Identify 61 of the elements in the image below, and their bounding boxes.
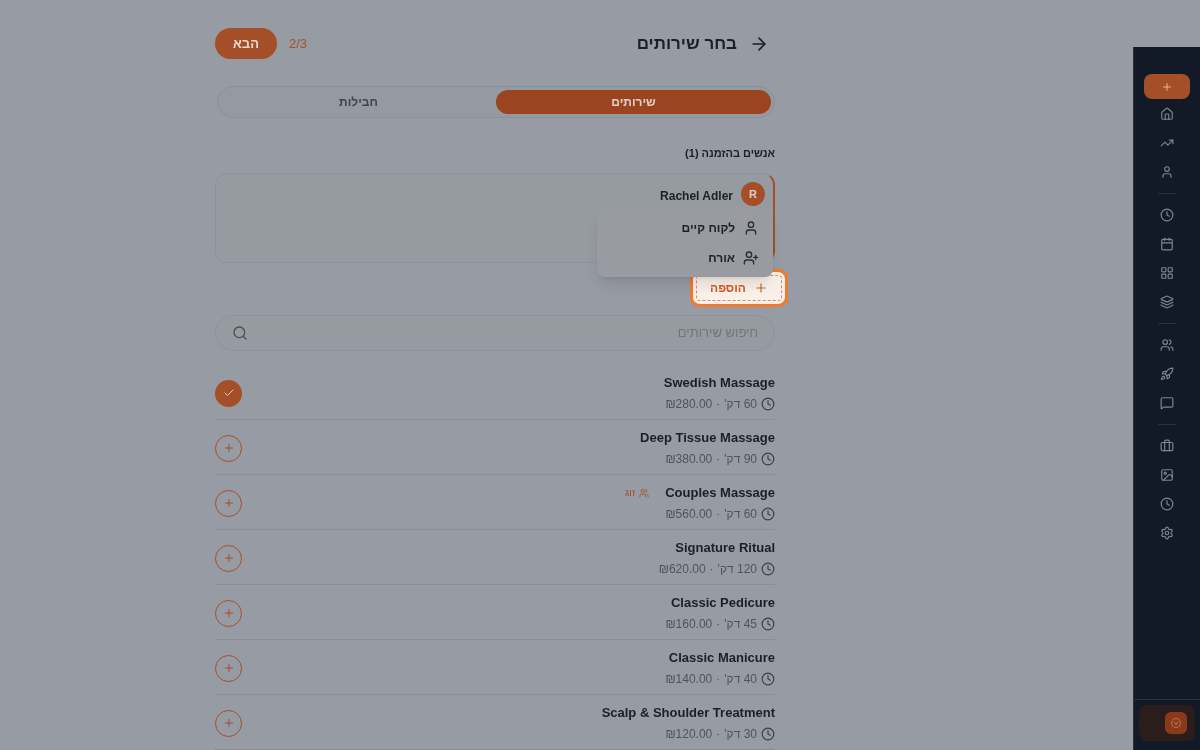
clock-icon (761, 397, 775, 412)
user-icon (743, 220, 759, 236)
plus-icon (222, 497, 235, 509)
service-name: Classic Manicure (668, 648, 775, 667)
page-title: בחר שירותים (636, 32, 737, 55)
person-name: Rachel Adler (660, 188, 733, 205)
service-duration: 30 דק' (724, 726, 757, 744)
service-name: Deep Tissue Massage (640, 428, 775, 447)
plus-icon (222, 442, 235, 454)
plus-icon (222, 662, 235, 674)
clock-icon (761, 507, 775, 522)
separator-dot: · (716, 506, 721, 524)
service-name: Classic Pedicure (670, 593, 775, 612)
next-button[interactable]: הבא (215, 28, 277, 59)
service-duration: 45 דק' (724, 616, 757, 634)
account-icon[interactable] (1165, 712, 1187, 734)
plus-icon (753, 280, 768, 295)
clock-icon (761, 672, 775, 687)
service-price: ₪160.00 (665, 616, 713, 634)
clock-icon (761, 617, 775, 632)
service-name: Swedish Massage (663, 373, 775, 392)
separator-dot: · (716, 396, 721, 414)
user-plus-icon (743, 250, 759, 266)
clock-icon (761, 562, 775, 577)
plus-icon (1161, 80, 1173, 93)
tab[interactable]: חבילות (221, 90, 496, 114)
service-name: Scalp & Shoulder Treatment (601, 703, 775, 722)
avatar: R (741, 182, 765, 206)
service-duration: 60 דק' (724, 506, 757, 524)
service-price: ₪380.00 (665, 451, 713, 469)
separator-dot: · (716, 451, 721, 469)
service-duration: 40 דק' (724, 671, 757, 689)
service-price: ₪140.00 (665, 671, 713, 689)
check-icon (222, 387, 235, 399)
service-price: ₪560.00 (665, 506, 713, 524)
tab[interactable]: שירותים (496, 90, 771, 114)
clock-icon (761, 727, 775, 742)
search-icon (232, 325, 248, 341)
step-counter: 2/3 (289, 34, 308, 53)
menu-item[interactable]: אורח (611, 249, 759, 267)
service-name: Couples Massage (665, 483, 775, 502)
plus-icon (222, 607, 235, 619)
separator-dot: · (716, 726, 721, 744)
checked-toggle[interactable] (215, 379, 242, 407)
separator-dot: · (716, 616, 721, 634)
clock-icon (761, 452, 775, 467)
menu-item[interactable]: לקוח קיים (611, 219, 759, 237)
plus-icon (222, 552, 235, 564)
service-name: Signature Ritual (675, 538, 775, 557)
service-price: ₪120.00 (665, 726, 713, 744)
plus-icon (222, 717, 235, 729)
separator-dot: · (716, 671, 721, 689)
service-price: ₪280.00 (665, 396, 713, 414)
section-heading: אנשים בהזמנה (1) (685, 147, 775, 159)
separator-dot: · (709, 561, 714, 579)
service-duration: 120 דק' (717, 561, 757, 579)
service-tag: זוג (625, 485, 650, 500)
service-duration: 60 דק' (724, 396, 757, 414)
service-duration: 90 דק' (724, 451, 757, 469)
service-price: ₪620.00 (658, 561, 706, 579)
create-button[interactable] (1144, 74, 1190, 99)
